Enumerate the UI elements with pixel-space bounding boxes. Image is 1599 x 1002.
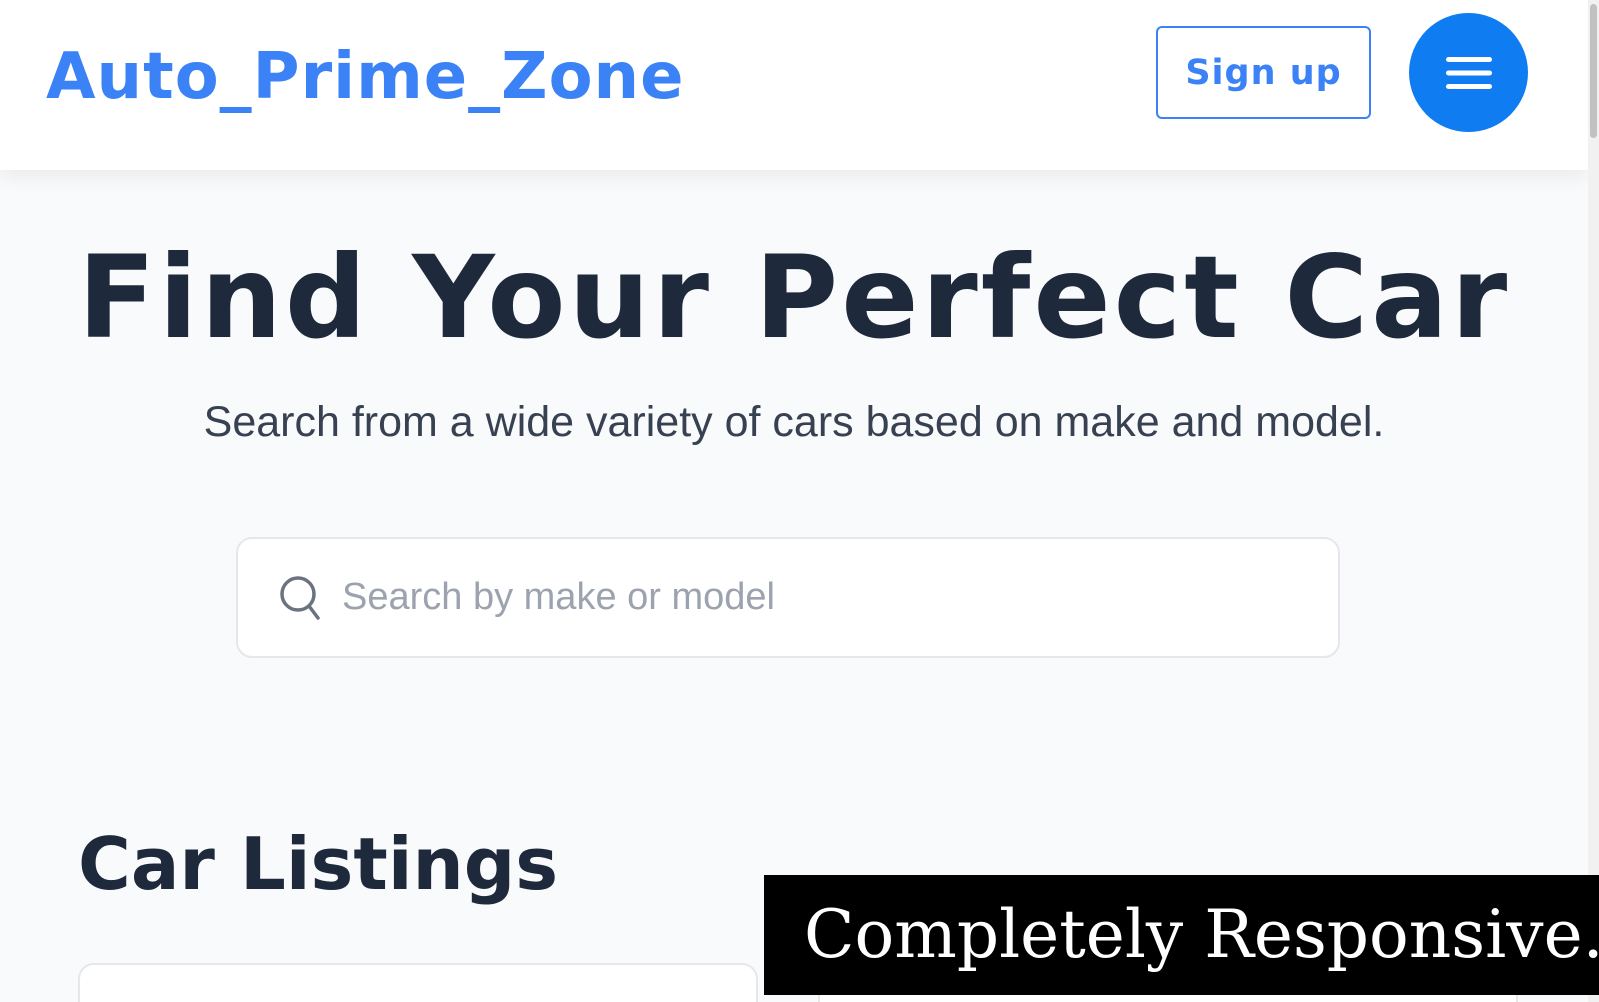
car-listing-card[interactable] <box>78 963 758 1002</box>
site-header: Auto_Prime_Zone Sign up <box>0 0 1588 170</box>
banner-text: Completely Responsive. <box>804 896 1599 973</box>
car-listings-heading: Car Listings <box>78 822 559 906</box>
search-icon <box>280 575 320 620</box>
menu-button[interactable] <box>1409 13 1528 132</box>
search-box[interactable] <box>236 537 1340 658</box>
signup-button[interactable]: Sign up <box>1156 26 1371 119</box>
hero-title: Find Your Perfect Car <box>77 231 1511 364</box>
scrollbar-thumb[interactable] <box>1590 4 1597 138</box>
brand-logo[interactable]: Auto_Prime_Zone <box>46 36 685 118</box>
hamburger-menu-icon <box>1445 56 1492 89</box>
hero-subtitle: Search from a wide variety of cars based… <box>203 398 1385 446</box>
page-scrollbar[interactable] <box>1588 0 1599 1002</box>
search-input[interactable] <box>342 567 1282 628</box>
overlay-banner: Completely Responsive. <box>764 875 1599 995</box>
